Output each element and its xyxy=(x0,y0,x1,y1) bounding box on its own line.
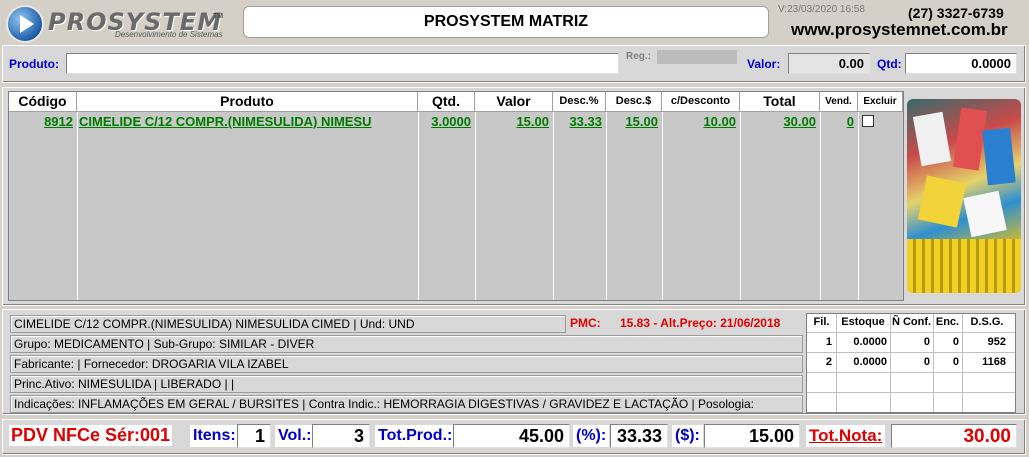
col-codigo[interactable]: Código xyxy=(9,92,77,112)
website: www.prosystemnet.com.br xyxy=(791,20,1008,39)
product-image xyxy=(907,99,1021,293)
vol-label: Vol.: xyxy=(275,425,315,447)
produto-input[interactable] xyxy=(66,53,619,74)
qtd-label: Qtd: xyxy=(877,57,902,71)
reg-label: Reg.: xyxy=(626,51,651,62)
pmc-label: PMC: xyxy=(570,316,601,330)
version-label: V:23/03/2020 16:58 xyxy=(778,4,865,15)
totprod-field: 45.00 xyxy=(453,424,570,448)
itens-label: Itens: xyxy=(190,425,239,447)
excluir-checkbox[interactable] xyxy=(862,115,874,127)
stock-cell: 0.0000 xyxy=(853,356,887,368)
col-divider xyxy=(475,112,476,300)
totprod-label: Tot.Prod.: xyxy=(375,425,456,447)
info-grupo: Grupo: MEDICAMENTO | Sub-Grupo: SIMILAR … xyxy=(10,335,803,353)
col-divider xyxy=(418,112,419,300)
stock-col-enc: Enc. xyxy=(935,316,960,328)
col-divider xyxy=(820,112,821,300)
stock-col-fil: Fil. xyxy=(813,316,830,328)
col-divider xyxy=(662,112,663,300)
stock-cell: 2 xyxy=(825,356,832,368)
logo-tm: TM xyxy=(213,13,224,20)
play-icon xyxy=(20,15,34,33)
pct-label: (%): xyxy=(573,425,610,447)
row-desc-pct[interactable]: 33.33 xyxy=(553,113,605,130)
stock-col-estoque: Estoque xyxy=(841,316,885,328)
stock-cell: 1 xyxy=(825,336,832,348)
qtd-input[interactable]: 0.0000 xyxy=(905,53,1017,74)
pmc-value: 15.83 - Alt.Preço: 21/06/2018 xyxy=(620,316,781,330)
row-divider xyxy=(807,372,1015,373)
col-divider xyxy=(77,112,78,300)
col-com-desconto[interactable]: c/Desconto xyxy=(662,92,740,112)
stock-cell: 0.0000 xyxy=(853,336,887,348)
row-qtd[interactable]: 3.0000 xyxy=(418,113,474,130)
col-total[interactable]: Total xyxy=(740,92,820,112)
phone-number: (27) 3327-6739 xyxy=(908,5,1004,21)
box-shape xyxy=(982,127,1016,186)
itens-field: 1 xyxy=(237,424,271,448)
col-divider xyxy=(606,112,607,300)
stock-cell: 952 xyxy=(987,336,1006,348)
items-table[interactable]: Código Produto Qtd. Valor Desc.% Desc.$ … xyxy=(8,91,904,301)
store-title: PROSYSTEM MATRIZ xyxy=(243,6,769,38)
logo-subtitle: Desenvolvimento de Sistemas xyxy=(115,30,223,39)
stock-cell: 0 xyxy=(923,336,930,348)
valor-label: Valor: xyxy=(747,57,781,71)
row-vend[interactable]: 0 xyxy=(820,113,857,130)
box-shape xyxy=(963,190,1007,238)
col-vend[interactable]: Vend. xyxy=(820,92,858,112)
row-desc-val[interactable]: 15.00 xyxy=(606,113,661,130)
row-divider xyxy=(807,332,1015,333)
stock-col-nconf: Ñ Conf. xyxy=(891,316,932,328)
stock-cell: 0 xyxy=(952,356,959,368)
col-excluir[interactable]: Excluir xyxy=(858,92,903,112)
vol-field: 3 xyxy=(312,424,370,448)
row-divider xyxy=(807,392,1015,393)
col-qtd[interactable]: Qtd. xyxy=(418,92,475,112)
pct-field: 33.33 xyxy=(610,424,668,448)
stock-cell: 0 xyxy=(923,356,930,368)
row-produto[interactable]: CIMELIDE C/12 COMPR.(NIMESULIDA) NIMESU xyxy=(79,113,417,130)
valor-input[interactable]: 0.00 xyxy=(788,53,870,74)
info-fabricante: Fabricante: | Fornecedor: DROGARIA VILA … xyxy=(10,355,803,373)
produto-label: Produto: xyxy=(9,57,59,71)
col-divider xyxy=(740,112,741,300)
row-codigo[interactable]: 8912 xyxy=(9,113,76,130)
col-produto[interactable]: Produto xyxy=(77,92,418,112)
row-divider xyxy=(807,352,1015,353)
info-indicacoes: Indicações: INFLAMAÇÕES EM GERAL / BURSI… xyxy=(10,395,803,413)
col-divider xyxy=(553,112,554,300)
row-valor[interactable]: 15.00 xyxy=(475,113,552,130)
info-principio: Princ.Ativo: NIMESULIDA | LIBERADO | | xyxy=(10,375,803,393)
box-shape xyxy=(912,111,952,167)
basket-shape xyxy=(907,239,1021,293)
row-com-desconto[interactable]: 10.00 xyxy=(662,113,739,130)
stock-cell: 1168 xyxy=(982,356,1006,368)
dol-field: 15.00 xyxy=(704,424,800,448)
stock-col-dsg: D.S.G. xyxy=(970,316,1004,328)
stock-cell: 0 xyxy=(952,336,959,348)
col-desc-val[interactable]: Desc.$ xyxy=(606,92,662,112)
pdv-label: PDV NFCe Sér:001 xyxy=(9,425,173,446)
stock-table: Fil. Estoque Ñ Conf. Enc. D.S.G. 1 0.000… xyxy=(806,313,1016,413)
box-shape xyxy=(952,107,988,171)
reg-field xyxy=(657,50,737,64)
totnota-field: 30.00 xyxy=(891,424,1017,448)
col-divider xyxy=(858,112,859,300)
row-total[interactable]: 30.00 xyxy=(740,113,819,130)
dol-label: ($): xyxy=(672,425,703,447)
box-shape xyxy=(917,175,967,228)
col-valor[interactable]: Valor xyxy=(475,92,553,112)
col-desc-pct[interactable]: Desc.% xyxy=(553,92,606,112)
totnota-label: Tot.Nota: xyxy=(806,425,886,447)
info-descricao: CIMELIDE C/12 COMPR.(NIMESULIDA) NIMESUL… xyxy=(10,315,566,333)
